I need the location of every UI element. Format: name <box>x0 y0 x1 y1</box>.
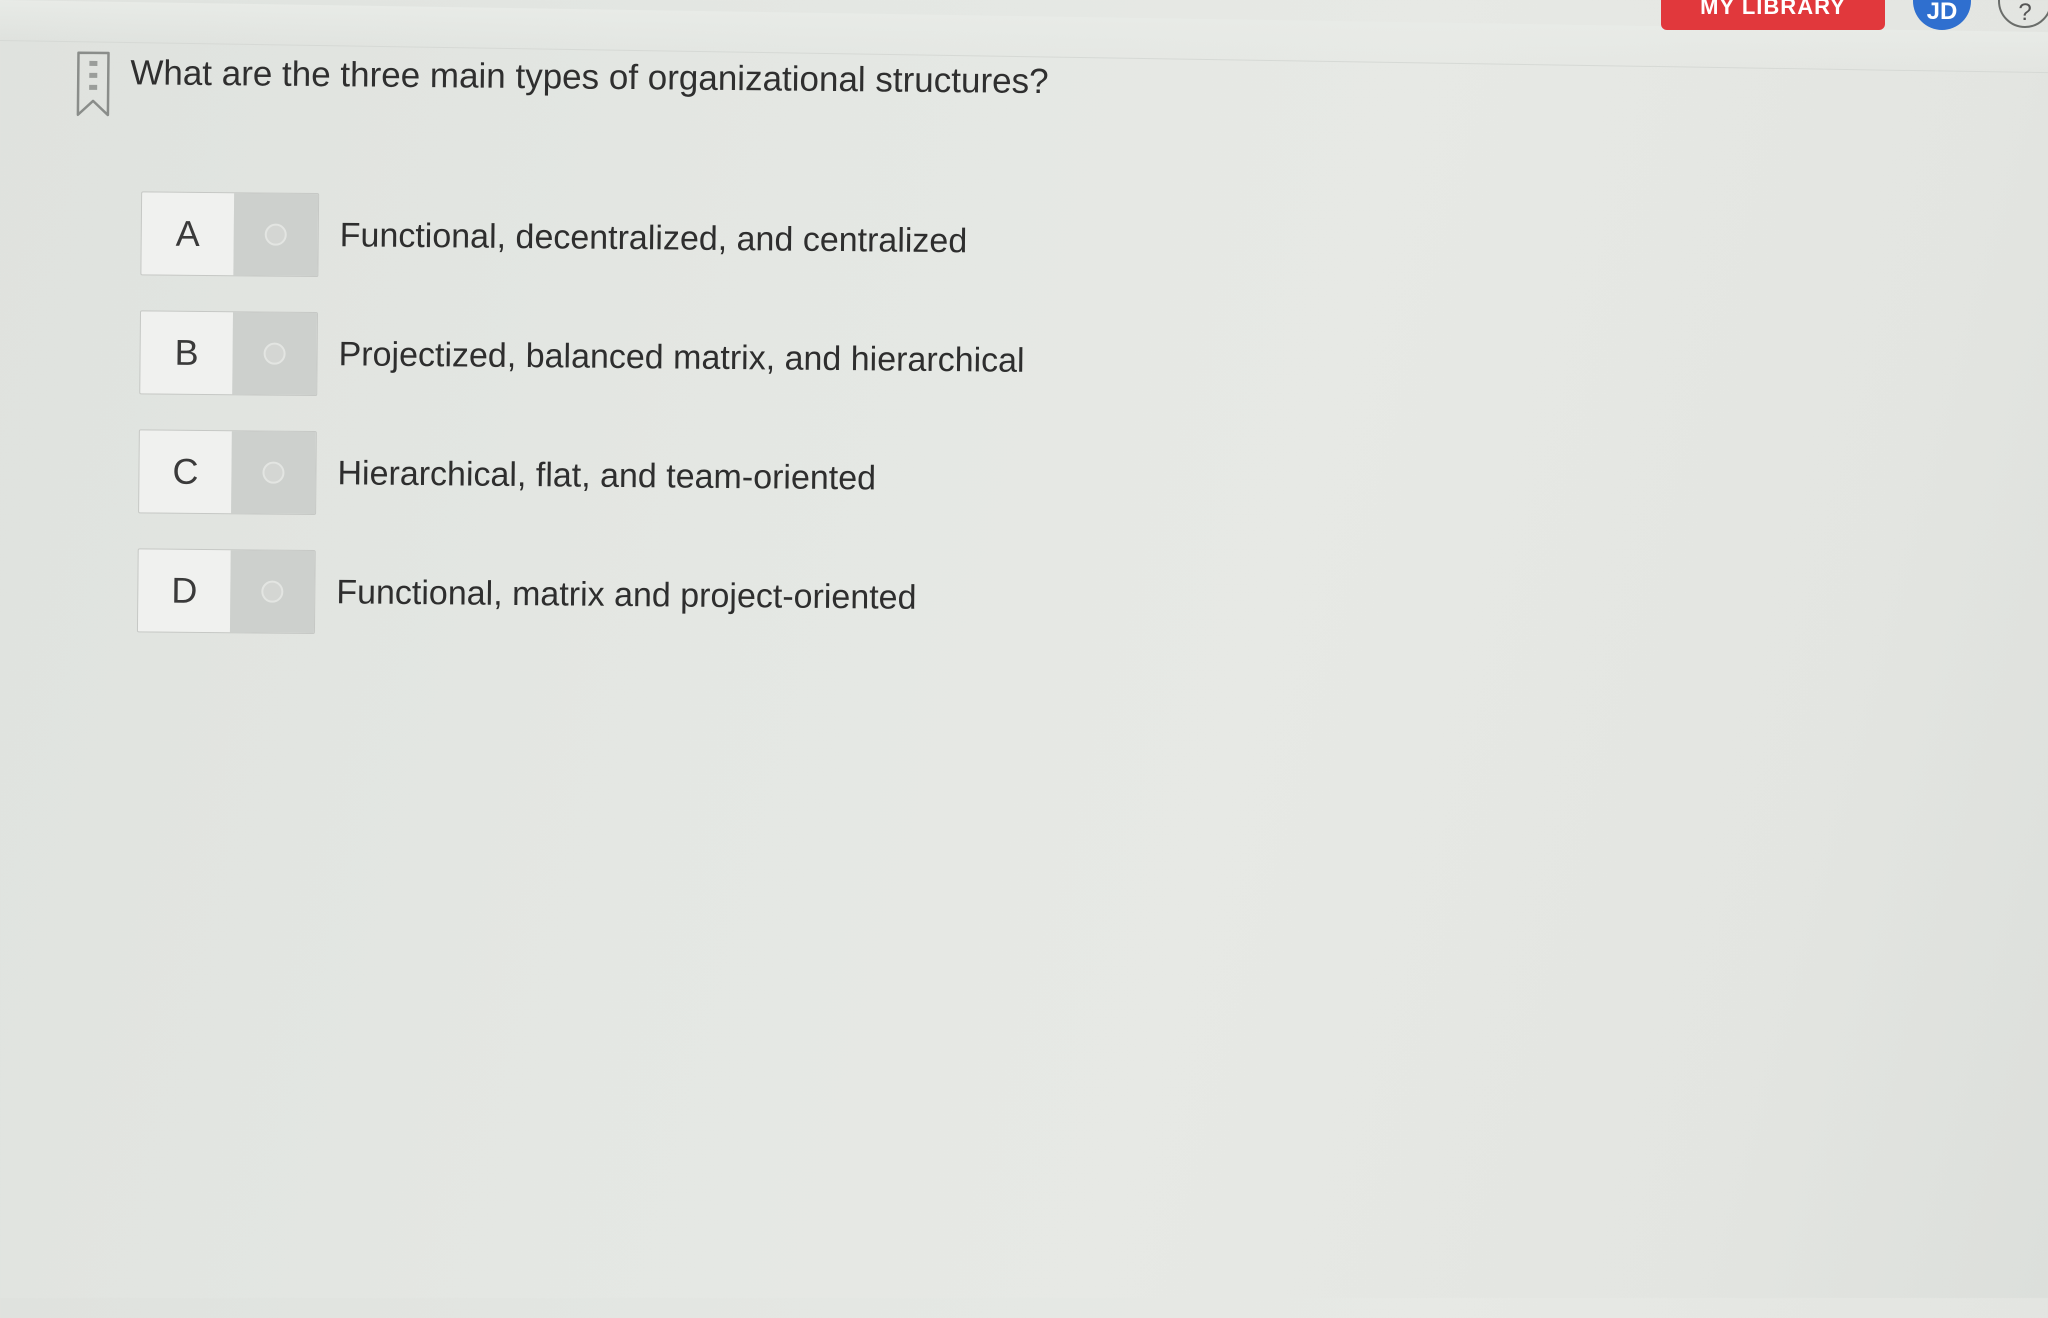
answer-option-a[interactable]: A Functional, decentralized, and central… <box>140 191 967 283</box>
radio-circle-icon[interactable] <box>264 223 287 246</box>
option-selector[interactable]: B <box>139 310 319 397</box>
answer-option-c[interactable]: C Hierarchical, flat, and team-oriented <box>138 429 876 520</box>
radio-cell[interactable] <box>229 550 315 634</box>
bookmark-icon[interactable] <box>75 51 112 119</box>
option-selector[interactable]: A <box>140 191 320 278</box>
radio-cell[interactable] <box>231 431 316 515</box>
question-panel: What are the three main types of organiz… <box>0 0 2048 1318</box>
option-text: Hierarchical, flat, and team-oriented <box>337 453 877 497</box>
radio-circle-icon[interactable] <box>263 342 286 365</box>
option-letter: D <box>137 549 231 633</box>
radio-cell[interactable] <box>232 312 318 396</box>
option-selector[interactable]: C <box>138 429 317 516</box>
radio-circle-icon[interactable] <box>261 580 284 603</box>
option-letter: C <box>139 430 232 514</box>
radio-cell[interactable] <box>233 193 319 277</box>
option-text: Projectized, balanced matrix, and hierar… <box>338 334 1025 380</box>
option-selector[interactable]: D <box>136 548 316 635</box>
answer-option-d[interactable]: D Functional, matrix and project-oriente… <box>136 548 917 639</box>
option-letter: B <box>140 311 234 395</box>
radio-circle-icon[interactable] <box>262 461 285 484</box>
answer-option-b[interactable]: B Projectized, balanced matrix, and hier… <box>139 310 1025 402</box>
option-text: Functional, decentralized, and centraliz… <box>339 215 968 260</box>
question-text: What are the three main types of organiz… <box>130 53 1049 102</box>
option-letter: A <box>141 192 235 276</box>
option-text: Functional, matrix and project-oriented <box>336 572 917 617</box>
